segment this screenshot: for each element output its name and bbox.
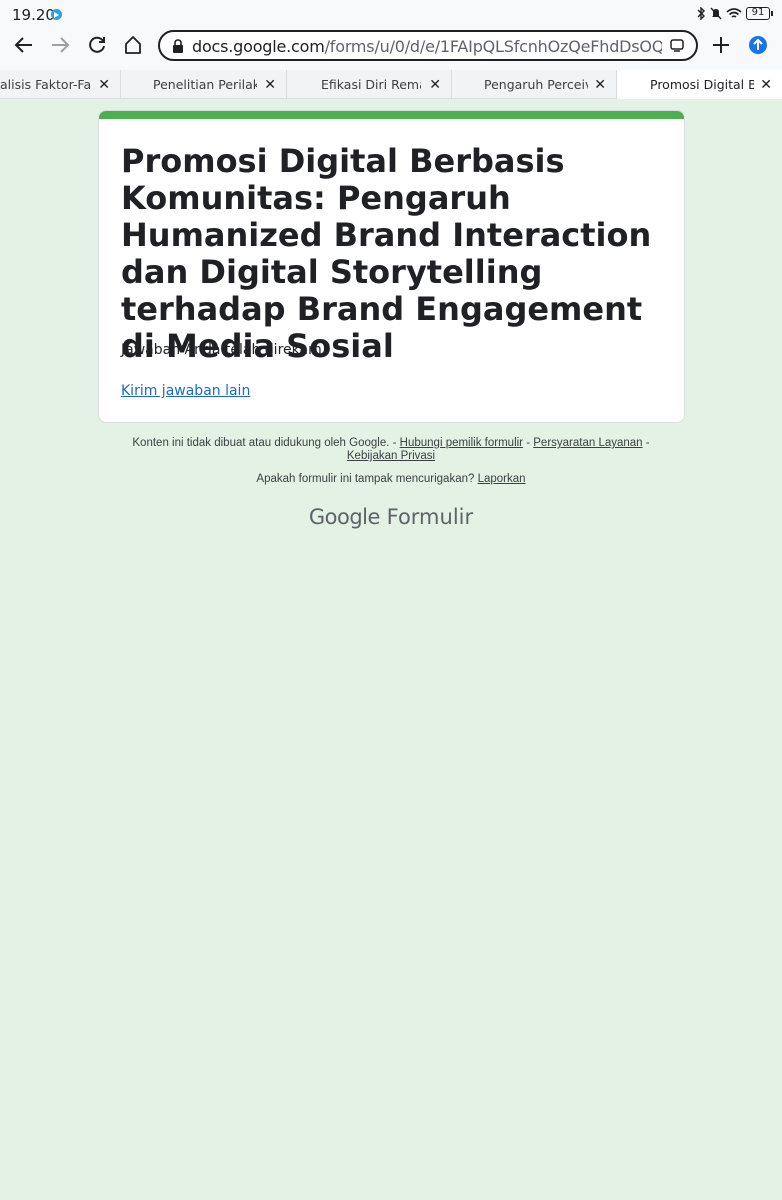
card-accent-bar [99, 111, 684, 119]
tab-strip: alisis Faktor-Fa… ✕ Penelitian Perilak… … [0, 70, 782, 99]
url-path: /forms/u/0/d/e/1FAIpQLSfcnhOzQeFhdDsOQ9v… [324, 37, 662, 56]
browser-toolbar: docs.google.com/forms/u/0/d/e/1FAIpQLSfc… [0, 30, 782, 70]
tab-analisis[interactable]: alisis Faktor-Fa… ✕ [0, 70, 121, 99]
report-abuse-line: Apakah formulir ini tampak mencurigakan?… [110, 473, 672, 485]
tab-promosi[interactable]: Promosi Digital B… ✕ [617, 70, 782, 99]
form-confirmation-card: Promosi Digital Berbasis Komunitas: Peng… [98, 110, 685, 423]
tab-label: Pengaruh Perceiv… [484, 77, 588, 92]
arrow-right-icon [52, 37, 70, 53]
tab-label: alisis Faktor-Fa… [0, 77, 92, 92]
confirmation-message: Jawaban Anda telah direkam. [121, 342, 327, 358]
arrow-left-icon [14, 37, 32, 53]
url-host: docs.google.com [192, 37, 325, 56]
tab-label: Penelitian Perilak… [153, 77, 257, 92]
footer-disclaimer: Konten ini tidak dibuat atau didukung ol… [110, 437, 672, 463]
forward-button[interactable] [44, 29, 76, 61]
home-button[interactable] [117, 29, 149, 61]
update-arrow-icon [749, 36, 767, 54]
brand-product: Formulir [386, 505, 474, 529]
close-icon[interactable]: ✕ [98, 77, 110, 91]
tab-label: Promosi Digital B… [650, 77, 754, 92]
bluetooth-icon [697, 7, 705, 20]
clock: 19.20 [12, 6, 55, 24]
disclaimer-text: Konten ini tidak dibuat atau didukung ol… [132, 437, 390, 449]
wifi-icon [726, 8, 742, 18]
status-icons: 91 [696, 7, 773, 20]
url-text: docs.google.com/forms/u/0/d/e/1FAIpQLSfc… [192, 37, 662, 56]
new-tab-button[interactable] [705, 29, 737, 61]
close-icon[interactable]: ✕ [760, 77, 772, 91]
reload-icon [89, 36, 105, 53]
tab-pengaruh[interactable]: Pengaruh Perceiv… ✕ [452, 70, 617, 99]
close-icon[interactable]: ✕ [429, 77, 441, 91]
reload-button[interactable] [81, 29, 113, 61]
lock-icon [173, 39, 183, 53]
tab-switcher-icon[interactable] [670, 39, 684, 52]
tab-penelitian[interactable]: Penelitian Perilak… ✕ [121, 70, 287, 99]
terms-link[interactable]: Persyaratan Layanan [533, 437, 642, 449]
report-link[interactable]: Laporkan [478, 473, 526, 485]
home-icon [125, 36, 141, 54]
privacy-link[interactable]: Kebijakan Privasi [347, 450, 435, 462]
tab-label: Efikasi Diri Remaja [321, 77, 421, 92]
contact-owner-link[interactable]: Hubungi pemilik formulir [400, 437, 523, 449]
suspicious-text: Apakah formulir ini tampak mencurigakan? [256, 473, 475, 485]
address-bar[interactable]: docs.google.com/forms/u/0/d/e/1FAIpQLSfc… [158, 30, 698, 61]
separator: - [389, 437, 400, 449]
back-button[interactable] [8, 29, 40, 61]
form-title: Promosi Digital Berbasis Komunitas: Peng… [121, 142, 652, 365]
system-status-bar: 19.20 91 [0, 0, 782, 30]
separator: - [642, 437, 650, 449]
plus-icon [713, 37, 729, 53]
close-icon[interactable]: ✕ [264, 77, 276, 91]
separator: - [523, 437, 534, 449]
update-button[interactable] [742, 29, 774, 61]
tab-efikasi[interactable]: Efikasi Diri Remaja ✕ [287, 70, 452, 99]
telegram-notification-icon [51, 9, 62, 20]
battery-indicator: 91 [746, 7, 773, 20]
close-icon[interactable]: ✕ [594, 77, 606, 91]
mute-bell-icon [710, 7, 722, 20]
submit-another-response-link[interactable]: Kirim jawaban lain [121, 383, 250, 399]
brand-google: Google [308, 505, 381, 529]
google-forms-logo[interactable]: Google Formulir [0, 505, 782, 529]
